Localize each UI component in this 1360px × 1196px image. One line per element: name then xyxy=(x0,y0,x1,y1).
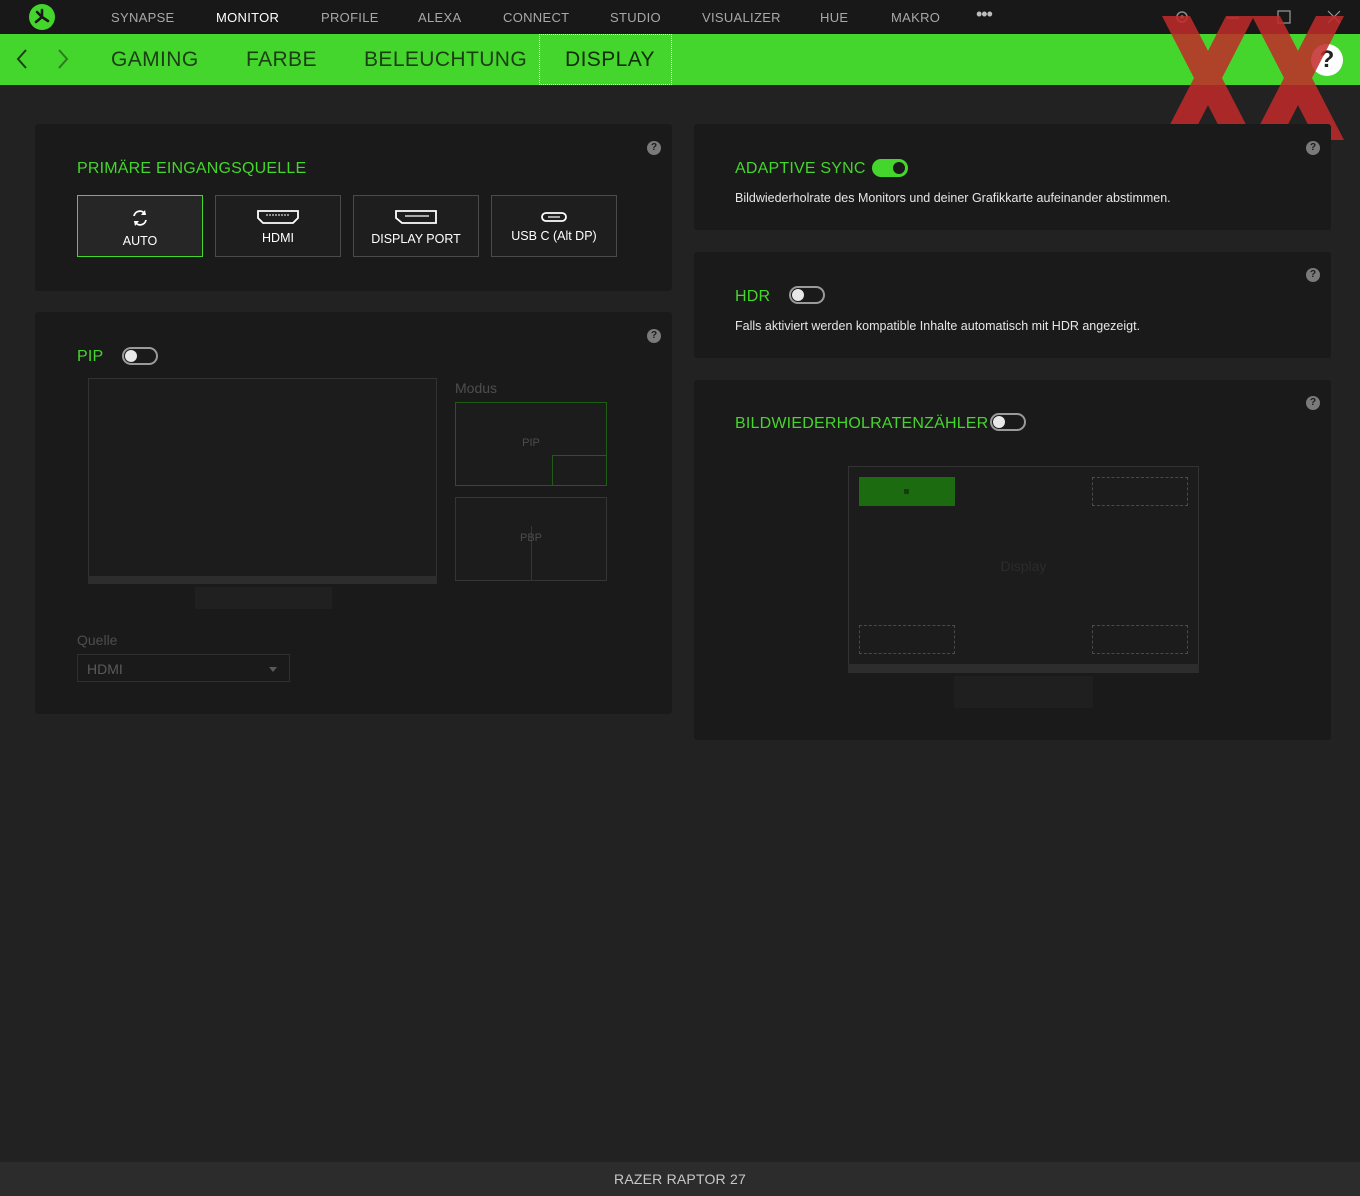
nav-connect[interactable]: CONNECT xyxy=(503,10,569,25)
mode-pip-label: PIP xyxy=(522,437,540,449)
adaptive-sync-title: ADAPTIVE SYNC xyxy=(735,160,866,177)
fps-counter-toggle[interactable] xyxy=(990,413,1026,431)
hdmi-port-icon xyxy=(216,209,340,230)
input-source-card: ? PRIMÄRE EINGANGSQUELLE AUTO HDMI DISPL… xyxy=(35,124,672,291)
nav-synapse[interactable]: SYNAPSE xyxy=(111,10,175,25)
fps-counter-help-icon[interactable]: ? xyxy=(1306,396,1320,410)
forward-arrow-icon[interactable] xyxy=(55,48,71,75)
tab-farbe[interactable]: FARBE xyxy=(246,48,317,72)
pip-toggle[interactable] xyxy=(122,347,158,365)
hdr-card: ? HDR Falls aktiviert werden kompatible … xyxy=(694,252,1331,358)
tab-gaming[interactable]: GAMING xyxy=(111,48,199,72)
razer-logo-icon[interactable] xyxy=(29,4,55,30)
hdr-toggle[interactable] xyxy=(789,286,825,304)
mode-pbp-option[interactable]: PBP xyxy=(455,497,607,581)
nav-studio[interactable]: STUDIO xyxy=(610,10,661,25)
fps-display-label: Display xyxy=(1000,558,1047,574)
adaptive-sync-toggle[interactable] xyxy=(872,159,908,177)
top-navigation-bar: SYNAPSE MONITOR PROFILE ALEXA CONNECT ST… xyxy=(0,0,1360,34)
nav-hue[interactable]: HUE xyxy=(820,10,848,25)
nav-makro[interactable]: MAKRO xyxy=(891,10,940,25)
source-displayport-button[interactable]: DISPLAY PORT xyxy=(353,195,479,257)
input-source-help-icon[interactable]: ? xyxy=(647,141,661,155)
hdr-title: HDR xyxy=(735,288,771,305)
adaptive-sync-help-icon[interactable]: ? xyxy=(1306,141,1320,155)
fps-counter-card: ? BILDWIEDERHOLRATENZÄHLER Display xyxy=(694,380,1331,740)
displayport-icon xyxy=(354,209,478,230)
pip-preview-stand xyxy=(195,587,332,609)
fps-position-top-right[interactable] xyxy=(1092,477,1188,506)
fps-position-top-left[interactable] xyxy=(859,477,955,506)
pip-mode-label: Modus xyxy=(455,380,498,396)
source-displayport-label: DISPLAY PORT xyxy=(371,232,461,246)
fps-preview-bezel xyxy=(848,664,1199,673)
source-auto-button[interactable]: AUTO xyxy=(77,195,203,257)
pip-help-icon[interactable]: ? xyxy=(647,329,661,343)
refresh-icon xyxy=(78,208,202,233)
pip-preview-screen xyxy=(88,378,437,584)
pip-preview-bezel xyxy=(88,576,437,584)
pip-source-dropdown[interactable]: HDMI xyxy=(77,654,290,682)
fps-counter-title: BILDWIEDERHOLRATENZÄHLER xyxy=(735,415,989,432)
input-source-title: PRIMÄRE EINGANGSQUELLE xyxy=(77,160,307,177)
hdr-description: Falls aktiviert werden kompatible Inhalt… xyxy=(735,319,1141,333)
more-menu-icon[interactable]: ••• xyxy=(976,4,993,25)
nav-alexa[interactable]: ALEXA xyxy=(418,10,461,25)
source-usbc-label: USB C (Alt DP) xyxy=(511,229,597,243)
fps-indicator-icon xyxy=(904,489,909,494)
source-auto-label: AUTO xyxy=(122,234,158,248)
nav-visualizer[interactable]: VISUALIZER xyxy=(702,10,781,25)
fps-position-bottom-left[interactable] xyxy=(859,625,955,654)
source-hdmi-button[interactable]: HDMI xyxy=(215,195,341,257)
fps-preview-stand xyxy=(954,676,1093,708)
pip-title: PIP xyxy=(77,348,104,365)
pip-source-label: Quelle xyxy=(77,632,118,648)
back-arrow-icon[interactable] xyxy=(14,48,30,75)
nav-monitor[interactable]: MONITOR xyxy=(216,10,279,25)
mode-pip-option[interactable]: PIP xyxy=(455,402,607,486)
sub-navigation-bar: GAMING FARBE BELEUCHTUNG DISPLAY ? xyxy=(0,34,1360,85)
source-hdmi-label: HDMI xyxy=(262,231,294,245)
adaptive-sync-card: ? ADAPTIVE SYNC Bildwiederholrate des Mo… xyxy=(694,124,1331,230)
chevron-down-icon xyxy=(269,667,277,672)
source-usbc-button[interactable]: USB C (Alt DP) xyxy=(491,195,617,257)
usb-c-icon xyxy=(492,210,616,228)
pip-card: ? PIP Modus PIP PBP Quelle HDMI xyxy=(35,312,672,714)
tab-display[interactable]: DISPLAY xyxy=(565,48,655,72)
pip-inset-window xyxy=(552,455,607,486)
watermark-logo xyxy=(1162,16,1344,140)
status-bar: RAZER RAPTOR 27 xyxy=(0,1162,1360,1196)
fps-preview-display: Display xyxy=(848,466,1199,673)
mode-pbp-label: PBP xyxy=(519,532,542,544)
nav-profile[interactable]: PROFILE xyxy=(321,10,379,25)
tab-beleuchtung[interactable]: BELEUCHTUNG xyxy=(364,48,527,72)
fps-position-bottom-right[interactable] xyxy=(1092,625,1188,654)
adaptive-sync-description: Bildwiederholrate des Monitors und deine… xyxy=(735,191,1171,205)
hdr-help-icon[interactable]: ? xyxy=(1306,268,1320,282)
device-name: RAZER RAPTOR 27 xyxy=(614,1171,746,1187)
pip-source-value: HDMI xyxy=(87,661,123,677)
